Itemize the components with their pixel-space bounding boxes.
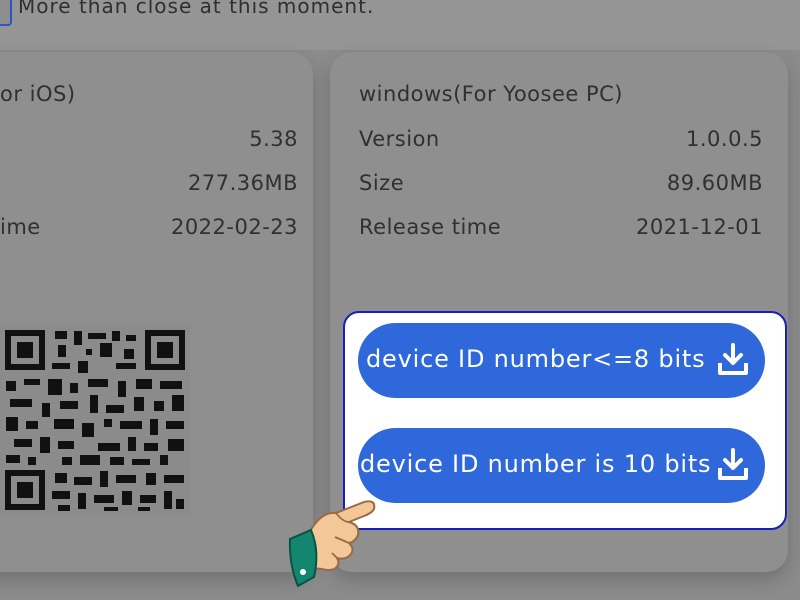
ios-release-time-label: ime xyxy=(0,215,41,239)
windows-release-time-label: Release time xyxy=(359,215,502,239)
checkbox[interactable] xyxy=(0,0,12,26)
download-8-bits-label: device ID number<=8 bits xyxy=(366,345,706,373)
windows-version-label: Version xyxy=(359,127,440,151)
ios-card-title: or iOS) xyxy=(0,82,76,106)
ios-release-time-value: 2022-02-23 xyxy=(170,215,298,239)
windows-release-time-value: 2021-12-01 xyxy=(635,215,763,239)
qr-code xyxy=(0,325,190,515)
notice-text: More than close at this moment. xyxy=(18,0,375,18)
download-10-bits-button[interactable]: device ID number is 10 bits xyxy=(358,428,765,503)
windows-size-label: Size xyxy=(359,171,405,195)
download-8-bits-button[interactable]: device ID number<=8 bits xyxy=(358,323,765,398)
download-icon xyxy=(718,343,748,375)
windows-card-title: windows(For Yoosee PC) xyxy=(359,82,624,106)
notice-bar: More than close at this moment. xyxy=(0,0,800,50)
download-10-bits-label: device ID number is 10 bits xyxy=(360,450,712,478)
ios-size-value: 277.36MB xyxy=(187,171,298,195)
windows-size-value: 89.60MB xyxy=(666,171,763,195)
windows-version-value: 1.0.0.5 xyxy=(686,127,763,151)
pointing-hand-icon xyxy=(288,500,376,588)
ios-version-value: 5.38 xyxy=(249,127,298,151)
download-icon xyxy=(718,448,748,480)
